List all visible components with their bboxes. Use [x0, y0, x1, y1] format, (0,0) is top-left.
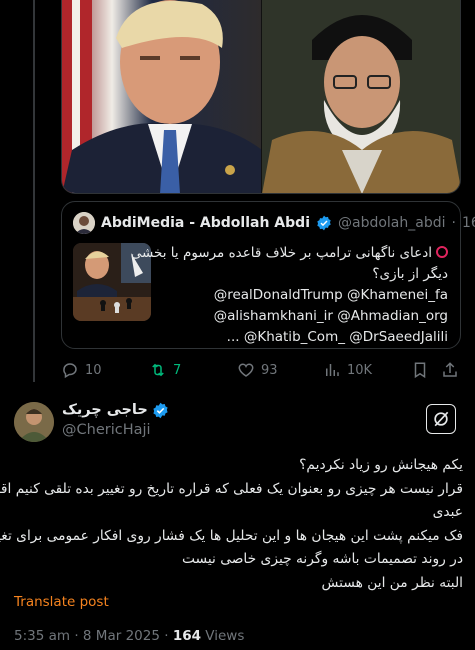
reply-button[interactable]: 10: [61, 358, 102, 382]
meta-separator: ·: [74, 628, 83, 644]
red-circle-icon: [436, 246, 448, 258]
tweet-text-line: در روند تصمیمات باشه وگرنه چیزی خاصی نیس…: [181, 551, 463, 567]
meta-separator: ·: [164, 628, 173, 644]
quoted-post-header: AbdiMedia - Abdollah Abdi @abdolah_abdi …: [73, 212, 475, 234]
quoted-text-mentions-1: @realDonaldTrump @Khamenei_fa: [213, 287, 448, 303]
tweet-views-label: Views: [205, 628, 245, 644]
repost-count: 7: [173, 362, 182, 378]
quoted-post-time[interactable]: 16h: [462, 215, 475, 231]
tweet-meta: 5:35 am · 8 Mar 2025 · 164 Views: [14, 628, 244, 644]
verified-icon: [152, 402, 168, 419]
quoted-author-name[interactable]: AbdiMedia - Abdollah Abdi: [101, 215, 310, 231]
tweet-text-line: یکم هیجانش رو زیاد نکردیم؟: [299, 457, 463, 473]
author-name[interactable]: حاجی چریک: [62, 402, 148, 418]
quoted-text-mentions-2: @alishamkhani_ir @Ahmadian_org: [213, 308, 448, 324]
repost-icon: [152, 363, 164, 377]
reply-icon: [63, 363, 77, 379]
quoted-post[interactable]: AbdiMedia - Abdollah Abdi @abdolah_abdi …: [61, 201, 475, 349]
author-handle[interactable]: @ChericHaji: [62, 422, 151, 438]
media-photo-right[interactable]: [260, 0, 460, 193]
quoted-text-line-2: دیگر از بازی؟: [372, 266, 448, 282]
tweet-text-line: فک میکنم پشت این هیجان ها و این تحلیل ها…: [0, 527, 463, 544]
tweet-time[interactable]: 5:35 am: [14, 628, 70, 644]
views-icon: [326, 364, 339, 376]
author-name-row: حاجی چریک: [62, 402, 168, 419]
media-photo-left[interactable]: [62, 0, 261, 193]
bookmark-button[interactable]: [411, 358, 429, 382]
quoted-text-line: ادعای ناگهانی ترامپ بر خلاف قاعده مرسوم …: [131, 243, 448, 264]
share-icon: [443, 362, 457, 377]
tweet-date[interactable]: 8 Mar 2025: [83, 628, 160, 644]
repost-button[interactable]: 7: [149, 358, 181, 382]
bookmark-icon: [414, 362, 426, 379]
tweet-text: یکم هیجانش رو زیاد نکردیم؟ قرار نیست هر …: [0, 454, 463, 595]
views-button[interactable]: 10K: [323, 358, 372, 382]
like-button[interactable]: 93: [237, 358, 278, 382]
tweet-text-line: عبدی: [432, 504, 463, 520]
quoted-author-avatar[interactable]: [73, 212, 95, 234]
quoted-post-text: ادعای ناگهانی ترامپ بر خلاف قاعده مرسوم …: [131, 243, 448, 348]
grok-icon: [434, 411, 449, 427]
tweet-author: حاجی چریک @ChericHaji: [14, 400, 464, 444]
translate-post-link[interactable]: Translate post: [14, 594, 109, 610]
grok-button[interactable]: [426, 404, 456, 434]
quoted-post-time-separator: ·: [451, 215, 456, 231]
author-avatar[interactable]: [14, 402, 54, 442]
like-icon: [238, 363, 254, 377]
post-media[interactable]: [61, 0, 461, 194]
tweet-text-line: قرار نیست هر چیزی رو بعنوان یک فعلی که ق…: [0, 480, 463, 497]
like-count: 93: [261, 362, 278, 378]
tweet-text-line: البته نظر من این هستش: [321, 574, 463, 591]
thread-line: [33, 0, 35, 382]
views-count: 10K: [347, 362, 373, 378]
tweet-views-count: 164: [172, 628, 201, 644]
verified-icon: [316, 215, 332, 231]
action-bar: 10 7 93 10K: [61, 358, 461, 382]
quoted-text-line-1: ادعای ناگهانی ترامپ بر خلاف قاعده مرسوم …: [130, 245, 432, 261]
share-button[interactable]: [441, 358, 459, 382]
quoted-text-mentions-3: ... @Khatib_Com_ @DrSaeedJalili: [226, 329, 448, 345]
reply-count: 10: [85, 362, 102, 378]
quoted-author-handle[interactable]: @abdolah_abdi: [338, 215, 446, 231]
